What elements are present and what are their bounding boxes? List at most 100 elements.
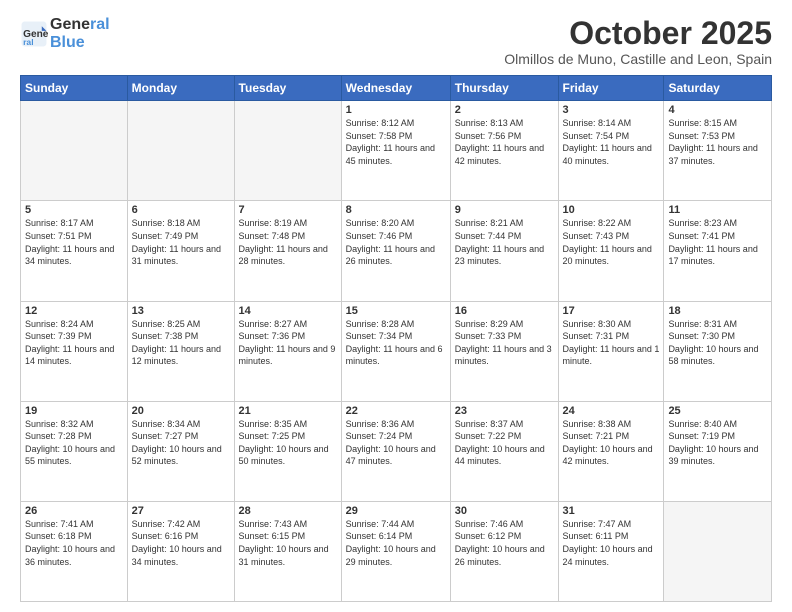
day-number: 17	[563, 305, 660, 317]
day-info: Sunrise: 8:30 AM Sunset: 7:31 PM Dayligh…	[563, 318, 660, 368]
day-number: 3	[563, 104, 660, 116]
calendar-cell	[664, 501, 772, 601]
calendar-cell: 31Sunrise: 7:47 AM Sunset: 6:11 PM Dayli…	[558, 501, 664, 601]
day-info: Sunrise: 8:20 AM Sunset: 7:46 PM Dayligh…	[346, 217, 446, 267]
calendar-cell: 6Sunrise: 8:18 AM Sunset: 7:49 PM Daylig…	[127, 201, 234, 301]
title-block: October 2025 Olmillos de Muno, Castille …	[504, 16, 772, 67]
calendar-cell: 16Sunrise: 8:29 AM Sunset: 7:33 PM Dayli…	[450, 301, 558, 401]
day-info: Sunrise: 8:25 AM Sunset: 7:38 PM Dayligh…	[132, 318, 230, 368]
calendar-cell: 22Sunrise: 8:36 AM Sunset: 7:24 PM Dayli…	[341, 401, 450, 501]
calendar-cell	[127, 101, 234, 201]
calendar-header-thursday: Thursday	[450, 76, 558, 101]
day-info: Sunrise: 8:35 AM Sunset: 7:25 PM Dayligh…	[239, 418, 337, 468]
day-number: 19	[25, 405, 123, 417]
day-info: Sunrise: 8:36 AM Sunset: 7:24 PM Dayligh…	[346, 418, 446, 468]
calendar-cell: 13Sunrise: 8:25 AM Sunset: 7:38 PM Dayli…	[127, 301, 234, 401]
day-number: 2	[455, 104, 554, 116]
day-info: Sunrise: 8:19 AM Sunset: 7:48 PM Dayligh…	[239, 217, 337, 267]
calendar-cell: 4Sunrise: 8:15 AM Sunset: 7:53 PM Daylig…	[664, 101, 772, 201]
day-number: 8	[346, 204, 446, 216]
subtitle: Olmillos de Muno, Castille and Leon, Spa…	[504, 51, 772, 67]
calendar-cell: 12Sunrise: 8:24 AM Sunset: 7:39 PM Dayli…	[21, 301, 128, 401]
day-info: Sunrise: 8:15 AM Sunset: 7:53 PM Dayligh…	[668, 117, 767, 167]
day-number: 30	[455, 505, 554, 517]
calendar-cell: 20Sunrise: 8:34 AM Sunset: 7:27 PM Dayli…	[127, 401, 234, 501]
day-number: 7	[239, 204, 337, 216]
calendar-cell: 8Sunrise: 8:20 AM Sunset: 7:46 PM Daylig…	[341, 201, 450, 301]
day-info: Sunrise: 8:18 AM Sunset: 7:49 PM Dayligh…	[132, 217, 230, 267]
day-number: 24	[563, 405, 660, 417]
day-number: 10	[563, 204, 660, 216]
day-number: 1	[346, 104, 446, 116]
day-number: 6	[132, 204, 230, 216]
day-info: Sunrise: 8:23 AM Sunset: 7:41 PM Dayligh…	[668, 217, 767, 267]
svg-text:ral: ral	[23, 36, 33, 46]
day-number: 11	[668, 204, 767, 216]
day-number: 18	[668, 305, 767, 317]
day-number: 23	[455, 405, 554, 417]
calendar-cell: 10Sunrise: 8:22 AM Sunset: 7:43 PM Dayli…	[558, 201, 664, 301]
calendar-header-tuesday: Tuesday	[234, 76, 341, 101]
header: Gene ral General Blue October 2025 Olmil…	[20, 16, 772, 67]
calendar-header-row: SundayMondayTuesdayWednesdayThursdayFrid…	[21, 76, 772, 101]
calendar-cell: 21Sunrise: 8:35 AM Sunset: 7:25 PM Dayli…	[234, 401, 341, 501]
day-info: Sunrise: 7:42 AM Sunset: 6:16 PM Dayligh…	[132, 518, 230, 568]
day-info: Sunrise: 7:46 AM Sunset: 6:12 PM Dayligh…	[455, 518, 554, 568]
day-info: Sunrise: 8:12 AM Sunset: 7:58 PM Dayligh…	[346, 117, 446, 167]
page: Gene ral General Blue October 2025 Olmil…	[0, 0, 792, 612]
calendar-week-row: 1Sunrise: 8:12 AM Sunset: 7:58 PM Daylig…	[21, 101, 772, 201]
calendar-table: SundayMondayTuesdayWednesdayThursdayFrid…	[20, 75, 772, 602]
calendar-week-row: 19Sunrise: 8:32 AM Sunset: 7:28 PM Dayli…	[21, 401, 772, 501]
day-info: Sunrise: 8:22 AM Sunset: 7:43 PM Dayligh…	[563, 217, 660, 267]
calendar-cell: 29Sunrise: 7:44 AM Sunset: 6:14 PM Dayli…	[341, 501, 450, 601]
calendar-cell: 18Sunrise: 8:31 AM Sunset: 7:30 PM Dayli…	[664, 301, 772, 401]
day-info: Sunrise: 7:43 AM Sunset: 6:15 PM Dayligh…	[239, 518, 337, 568]
day-number: 14	[239, 305, 337, 317]
day-info: Sunrise: 8:40 AM Sunset: 7:19 PM Dayligh…	[668, 418, 767, 468]
calendar-header-wednesday: Wednesday	[341, 76, 450, 101]
day-number: 28	[239, 505, 337, 517]
calendar-cell: 9Sunrise: 8:21 AM Sunset: 7:44 PM Daylig…	[450, 201, 558, 301]
day-number: 5	[25, 204, 123, 216]
calendar-week-row: 12Sunrise: 8:24 AM Sunset: 7:39 PM Dayli…	[21, 301, 772, 401]
calendar-cell: 11Sunrise: 8:23 AM Sunset: 7:41 PM Dayli…	[664, 201, 772, 301]
calendar-cell: 14Sunrise: 8:27 AM Sunset: 7:36 PM Dayli…	[234, 301, 341, 401]
day-info: Sunrise: 8:34 AM Sunset: 7:27 PM Dayligh…	[132, 418, 230, 468]
calendar-cell: 30Sunrise: 7:46 AM Sunset: 6:12 PM Dayli…	[450, 501, 558, 601]
day-info: Sunrise: 8:24 AM Sunset: 7:39 PM Dayligh…	[25, 318, 123, 368]
calendar-cell	[21, 101, 128, 201]
day-info: Sunrise: 8:17 AM Sunset: 7:51 PM Dayligh…	[25, 217, 123, 267]
calendar-cell: 1Sunrise: 8:12 AM Sunset: 7:58 PM Daylig…	[341, 101, 450, 201]
day-info: Sunrise: 8:28 AM Sunset: 7:34 PM Dayligh…	[346, 318, 446, 368]
calendar-cell: 19Sunrise: 8:32 AM Sunset: 7:28 PM Dayli…	[21, 401, 128, 501]
day-info: Sunrise: 8:13 AM Sunset: 7:56 PM Dayligh…	[455, 117, 554, 167]
calendar-cell: 24Sunrise: 8:38 AM Sunset: 7:21 PM Dayli…	[558, 401, 664, 501]
day-number: 29	[346, 505, 446, 517]
calendar-cell: 28Sunrise: 7:43 AM Sunset: 6:15 PM Dayli…	[234, 501, 341, 601]
calendar-cell: 23Sunrise: 8:37 AM Sunset: 7:22 PM Dayli…	[450, 401, 558, 501]
day-number: 15	[346, 305, 446, 317]
calendar-week-row: 5Sunrise: 8:17 AM Sunset: 7:51 PM Daylig…	[21, 201, 772, 301]
calendar-header-monday: Monday	[127, 76, 234, 101]
day-info: Sunrise: 7:47 AM Sunset: 6:11 PM Dayligh…	[563, 518, 660, 568]
calendar-week-row: 26Sunrise: 7:41 AM Sunset: 6:18 PM Dayli…	[21, 501, 772, 601]
calendar-cell: 25Sunrise: 8:40 AM Sunset: 7:19 PM Dayli…	[664, 401, 772, 501]
calendar-cell: 5Sunrise: 8:17 AM Sunset: 7:51 PM Daylig…	[21, 201, 128, 301]
day-info: Sunrise: 8:31 AM Sunset: 7:30 PM Dayligh…	[668, 318, 767, 368]
day-info: Sunrise: 8:37 AM Sunset: 7:22 PM Dayligh…	[455, 418, 554, 468]
calendar-header-saturday: Saturday	[664, 76, 772, 101]
day-info: Sunrise: 8:14 AM Sunset: 7:54 PM Dayligh…	[563, 117, 660, 167]
day-info: Sunrise: 8:29 AM Sunset: 7:33 PM Dayligh…	[455, 318, 554, 368]
calendar-cell: 17Sunrise: 8:30 AM Sunset: 7:31 PM Dayli…	[558, 301, 664, 401]
day-info: Sunrise: 8:32 AM Sunset: 7:28 PM Dayligh…	[25, 418, 123, 468]
calendar-cell	[234, 101, 341, 201]
calendar-cell: 27Sunrise: 7:42 AM Sunset: 6:16 PM Dayli…	[127, 501, 234, 601]
day-number: 12	[25, 305, 123, 317]
day-number: 31	[563, 505, 660, 517]
day-number: 21	[239, 405, 337, 417]
calendar-cell: 7Sunrise: 8:19 AM Sunset: 7:48 PM Daylig…	[234, 201, 341, 301]
day-info: Sunrise: 8:27 AM Sunset: 7:36 PM Dayligh…	[239, 318, 337, 368]
day-number: 22	[346, 405, 446, 417]
logo-text: General Blue	[50, 16, 110, 51]
day-info: Sunrise: 8:21 AM Sunset: 7:44 PM Dayligh…	[455, 217, 554, 267]
